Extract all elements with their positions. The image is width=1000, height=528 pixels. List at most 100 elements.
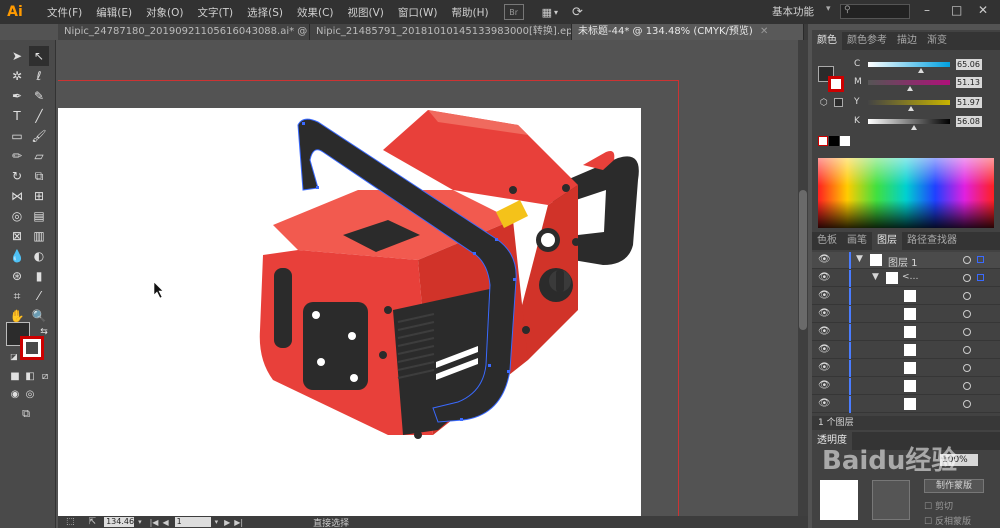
layer-row-item[interactable]: 👁 xyxy=(812,324,1000,341)
channel-value-field[interactable]: 51.13 xyxy=(956,76,982,88)
chevron-down-icon[interactable]: ▾ xyxy=(138,518,142,526)
channel-slider[interactable] xyxy=(868,61,950,73)
tab-document-active[interactable]: 未标题-44* @ 134.48% (CMYK/预览) ✕ xyxy=(572,24,804,40)
layer-row-item[interactable]: 👁 xyxy=(812,378,1000,395)
eye-icon[interactable]: 👁 xyxy=(818,254,831,265)
group-name[interactable]: <… xyxy=(902,272,919,282)
lasso-tool-icon[interactable]: ℓ xyxy=(29,66,49,86)
menu-type[interactable]: 文字(T) xyxy=(191,5,241,20)
magic-wand-tool-icon[interactable]: ✲ xyxy=(7,66,27,86)
eye-icon[interactable]: 👁 xyxy=(818,308,831,319)
close-window-button[interactable]: ✕ xyxy=(978,3,988,17)
tab-swatches[interactable]: 色板 xyxy=(812,232,842,250)
previous-artboard-icon[interactable]: ◀ xyxy=(162,518,168,527)
layer-row-item[interactable]: 👁 xyxy=(812,360,1000,377)
gradient-tool-icon[interactable]: ▥ xyxy=(29,226,49,246)
artboard-nav-icon[interactable]: ⬚ xyxy=(66,517,75,527)
none-mode-icon[interactable]: ⧄ xyxy=(35,366,55,386)
tab-stroke[interactable]: 描边 xyxy=(892,32,922,50)
channel-slider[interactable] xyxy=(868,79,950,91)
rotate-tool-icon[interactable]: ↻ xyxy=(7,166,27,186)
eye-icon[interactable]: 👁 xyxy=(818,290,831,301)
eye-icon[interactable]: 👁 xyxy=(818,344,831,355)
target-circle-icon[interactable] xyxy=(963,328,971,336)
target-circle-icon[interactable] xyxy=(963,400,971,408)
white-swatch[interactable] xyxy=(840,136,850,146)
menu-help[interactable]: 帮助(H) xyxy=(445,5,496,20)
eye-icon[interactable]: 👁 xyxy=(818,380,831,391)
make-mask-button[interactable]: 制作蒙版 xyxy=(924,479,984,493)
menu-object[interactable]: 对象(O) xyxy=(139,5,190,20)
channel-value-field[interactable]: 51.97 xyxy=(956,96,982,108)
slider-thumb[interactable] xyxy=(918,67,925,73)
layer-name[interactable]: 图层 1 xyxy=(888,254,918,269)
width-tool-icon[interactable]: ⋈ xyxy=(7,186,27,206)
channel-value-field[interactable]: 65.06 xyxy=(956,58,982,70)
next-artboard-icon[interactable]: ▶ xyxy=(224,518,230,527)
target-circle-icon[interactable] xyxy=(963,346,971,354)
tab-layers[interactable]: 图层 xyxy=(872,232,902,250)
last-artboard-icon[interactable]: ▶| xyxy=(234,518,243,527)
menu-effect[interactable]: 效果(C) xyxy=(290,5,341,20)
web-safe-swatch[interactable] xyxy=(834,98,843,107)
target-circle-icon[interactable] xyxy=(963,364,971,372)
artboard-number-field[interactable]: 1 xyxy=(174,517,211,527)
menu-file[interactable]: 文件(F) xyxy=(40,5,89,20)
arrange-documents-button[interactable]: ▦ ▾ xyxy=(542,6,558,19)
bridge-button[interactable]: Br xyxy=(503,4,524,20)
channel-slider[interactable] xyxy=(868,118,950,130)
layer-row-item[interactable]: 👁 xyxy=(812,288,1000,305)
workspace-switcher[interactable]: 基本功能 xyxy=(772,4,814,19)
tab-color-guide[interactable]: 颜色参考 xyxy=(842,32,892,50)
tab-document-1[interactable]: Nipic_24787180_20190921105616043088.ai* … xyxy=(58,24,310,40)
maximize-button[interactable]: □ xyxy=(951,3,962,17)
minimize-button[interactable]: – xyxy=(924,3,930,17)
layer-row-item[interactable]: 👁 xyxy=(812,396,1000,413)
default-colors-icon[interactable]: ◪ xyxy=(4,346,24,366)
invert-mask-checkbox[interactable]: ☐ 反相蒙版 xyxy=(924,514,971,527)
expand-triangle-icon[interactable]: ▼ xyxy=(872,272,879,282)
export-icon[interactable]: ⇱ xyxy=(89,517,97,527)
symbol-sprayer-tool-icon[interactable]: ⊛ xyxy=(7,266,27,286)
canvas[interactable] xyxy=(58,40,808,516)
layer-row-item[interactable]: 👁 xyxy=(812,342,1000,359)
scale-tool-icon[interactable]: ⧉ xyxy=(29,166,49,186)
workspace-chevron-icon[interactable]: ▾ xyxy=(826,4,831,14)
blend-tool-icon[interactable]: ◐ xyxy=(29,246,49,266)
tab-gradient[interactable]: 渐变 xyxy=(922,32,952,50)
swap-colors-icon[interactable]: ⇆ xyxy=(34,322,54,342)
channel-slider[interactable] xyxy=(868,99,950,111)
chevron-down-icon[interactable]: ▾ xyxy=(215,518,219,526)
target-circle-icon[interactable] xyxy=(963,292,971,300)
tab-pathfinder[interactable]: 路径查找器 xyxy=(902,232,962,250)
menu-window[interactable]: 窗口(W) xyxy=(391,5,445,20)
target-circle-icon[interactable] xyxy=(963,310,971,318)
rectangle-tool-icon[interactable]: ▭ xyxy=(7,126,27,146)
direct-selection-tool-icon[interactable]: ↖ xyxy=(29,46,49,66)
eye-icon[interactable]: 👁 xyxy=(818,398,831,409)
expand-triangle-icon[interactable]: ▼ xyxy=(856,254,863,264)
eye-icon[interactable]: 👁 xyxy=(818,272,831,283)
out-of-gamut-icon[interactable]: ⬡ xyxy=(820,98,828,108)
slider-thumb[interactable] xyxy=(910,124,917,130)
stroke-color-swatch[interactable] xyxy=(828,76,844,92)
mesh-tool-icon[interactable]: ⊠ xyxy=(7,226,27,246)
selection-tool-icon[interactable]: ➤ xyxy=(7,46,27,66)
none-swatch[interactable] xyxy=(818,136,828,146)
slider-thumb[interactable] xyxy=(906,85,913,91)
eyedropper-tool-icon[interactable]: 💧 xyxy=(7,246,27,266)
chainsaw-illustration[interactable] xyxy=(58,40,808,516)
vertical-scrollbar[interactable] xyxy=(798,40,808,516)
artboard-tool-icon[interactable]: ⌗ xyxy=(7,286,27,306)
perspective-grid-tool-icon[interactable]: ▤ xyxy=(29,206,49,226)
free-transform-tool-icon[interactable]: ⊞ xyxy=(29,186,49,206)
eye-icon[interactable]: 👁 xyxy=(818,326,831,337)
tab-brushes[interactable]: 画笔 xyxy=(842,232,872,250)
target-circle-icon[interactable] xyxy=(963,256,971,264)
slider-thumb[interactable] xyxy=(907,105,914,111)
zoom-field[interactable]: 134.46 xyxy=(104,517,135,527)
channel-value-field[interactable]: 56.08 xyxy=(956,115,982,127)
line-tool-icon[interactable]: ╱ xyxy=(29,106,49,126)
layer-row-top[interactable]: 👁 ▼ 图层 1 xyxy=(812,252,1000,269)
slice-tool-icon[interactable]: ⁄ xyxy=(29,286,49,306)
